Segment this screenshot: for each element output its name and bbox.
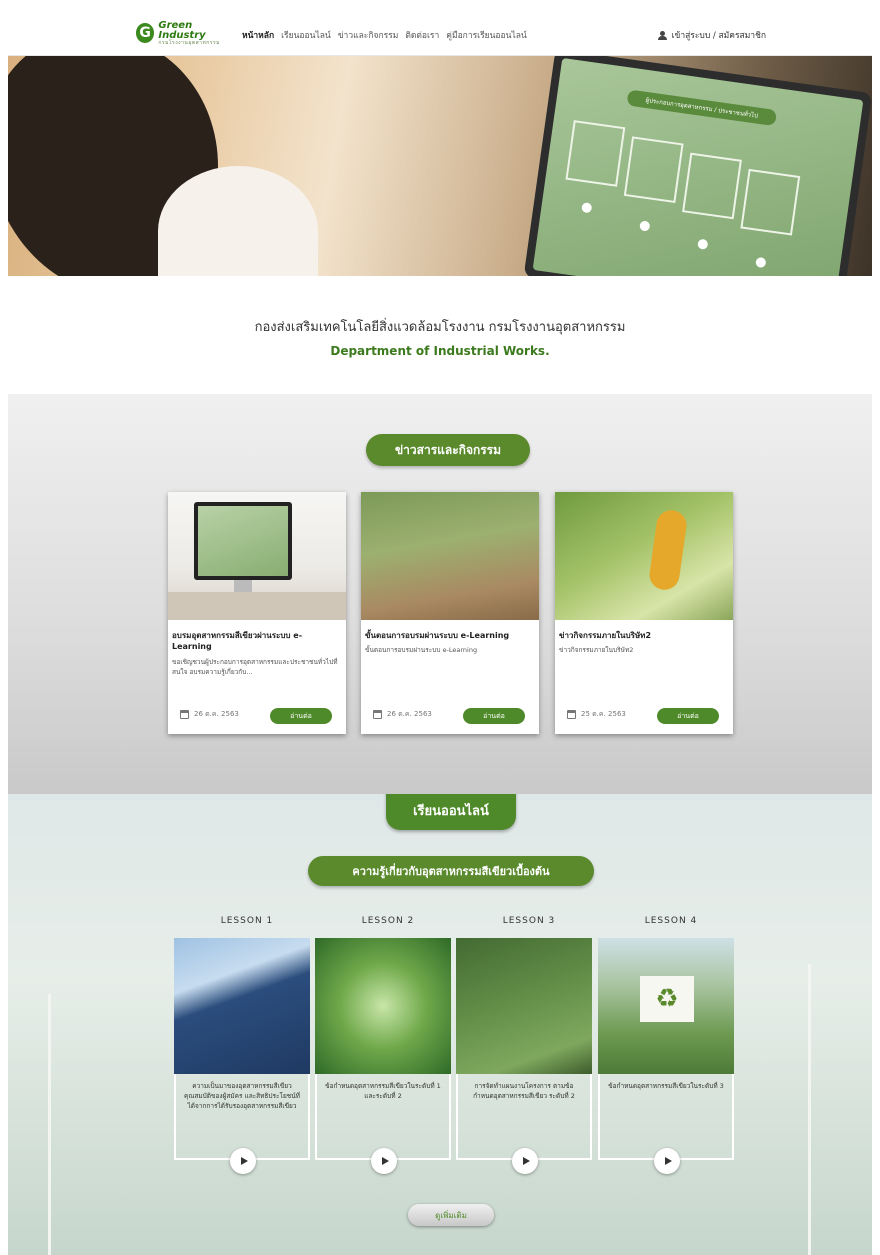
news-card[interactable]: ข่าวกิจกรรมภายในบริษัท2 ข่าวกิจกรรมภายใน…	[555, 492, 733, 734]
lesson-label: LESSON 1	[220, 916, 274, 926]
lesson-label: LESSON 4	[644, 916, 698, 926]
play-icon	[381, 1157, 389, 1165]
news-card-desc: ข่าวกิจกรรมภายในบริษัท2	[559, 646, 634, 654]
logo-title: Green Industry	[158, 19, 206, 41]
nav-home[interactable]: หน้าหลัก	[242, 28, 274, 42]
intro-title-th: กองส่งเสริมเทคโนโลยีสิ่งแวดล้อมโรงงาน กร…	[254, 320, 626, 335]
nav-news[interactable]: ข่าวและกิจกรรม	[338, 28, 399, 42]
news-card-desc: ขอเชิญชวนผู้ประกอบการอุตสาหกรรมและประชาช…	[172, 658, 338, 676]
online-learning-tab[interactable]: เรียนออนไลน์	[386, 794, 516, 830]
read-more-button[interactable]: อ่านต่อ	[270, 708, 332, 724]
hero-play-icon	[755, 256, 767, 269]
play-icon	[240, 1157, 248, 1165]
user-icon	[657, 30, 667, 40]
news-card-image	[555, 492, 733, 620]
logo-subtitle: กรมโรงงานอุตสาหกรรม	[158, 39, 220, 46]
lesson-description: ข้อกำหนดอุตสาหกรรมสีเขียวในระดับที่ 3	[608, 1082, 724, 1090]
see-more-button[interactable]: ดูเพิ่มเติม	[408, 1204, 494, 1226]
lesson-image	[315, 938, 451, 1074]
lesson-image	[174, 938, 310, 1074]
news-section-title: ข่าวสารและกิจกรรม	[366, 434, 530, 466]
wind-turbine	[48, 994, 51, 1255]
nav-online-learning[interactable]: เรียนออนไลน์	[281, 28, 331, 42]
hero-play-icon	[639, 220, 651, 232]
login-register-link[interactable]: เข้าสู่ระบบ / สมัครสมาชิก	[657, 28, 766, 42]
news-card[interactable]: ขั้นตอนการอบรมผ่านระบบ e-Learning ขั้นตอ…	[361, 492, 539, 734]
play-button[interactable]	[230, 1148, 256, 1174]
hero-play-icon	[697, 238, 709, 250]
hero-banner: ผู้ประกอบการอุตสาหกรรม / ประชาชนทั่วไป	[8, 56, 872, 276]
hero-screen-banner: ผู้ประกอบการอุตสาหกรรม / ประชาชนทั่วไป	[626, 89, 778, 127]
calendar-icon	[373, 710, 382, 719]
site-logo[interactable]: G Green Industry กรมโรงงานอุตสาหกรรม	[136, 20, 236, 46]
course-title: ความรู้เกี่ยวกับอุตสาหกรรมสีเขียวเบื้องต…	[308, 856, 594, 886]
play-icon	[522, 1157, 530, 1165]
intro-section: กองส่งเสริมเทคโนโลยีสิ่งแวดล้อมโรงงาน กร…	[8, 276, 872, 394]
recycle-icon: ♻	[640, 976, 694, 1022]
news-card[interactable]: อบรมอุตสาหกรรมสีเขียวผ่านระบบ e-Learning…	[168, 492, 346, 734]
intro-title-en: Department of Industrial Works.	[330, 344, 550, 358]
top-navbar: G Green Industry กรมโรงงานอุตสาหกรรม หน้…	[8, 8, 872, 56]
lesson-card[interactable]: ความเป็นมาของอุตสาหกรรมสีเขียว คุณสมบัติ…	[174, 938, 310, 1174]
play-button[interactable]	[654, 1148, 680, 1174]
news-card-image	[361, 492, 539, 620]
lesson-card[interactable]: ข้อกำหนดอุตสาหกรรมสีเขียวในระดับที่ 1 แล…	[315, 938, 451, 1174]
play-button[interactable]	[371, 1148, 397, 1174]
lesson-label: LESSON 3	[502, 916, 556, 926]
news-card-title[interactable]: ขั้นตอนการอบรมผ่านระบบ e-Learning	[365, 630, 533, 641]
lesson-label: LESSON 2	[361, 916, 415, 926]
news-card-desc: ขั้นตอนการอบรมผ่านระบบ e-Learning	[365, 646, 478, 654]
login-label: เข้าสู่ระบบ / สมัครสมาชิก	[671, 31, 766, 41]
wind-turbine	[808, 964, 811, 1255]
hero-play-icon	[581, 202, 593, 214]
news-section: ข่าวสารและกิจกรรม อบรมอุตสาหกรรมสีเขียวผ…	[8, 394, 872, 794]
lesson-description: การจัดทำแผนงานโครงการ ตามข้อกำหนดอุตสาหก…	[473, 1082, 575, 1100]
logo-mark-icon: G	[136, 23, 155, 43]
lesson-description: ข้อกำหนดอุตสาหกรรมสีเขียวในระดับที่ 1 แล…	[325, 1082, 441, 1100]
main-nav: หน้าหลัก เรียนออนไลน์ ข่าวและกิจกรรม ติด…	[242, 28, 527, 42]
news-card-date: 26 ต.ค. 2563	[373, 709, 432, 720]
news-card-date: 26 ต.ค. 2563	[180, 709, 239, 720]
lesson-description: ความเป็นมาของอุตสาหกรรมสีเขียว คุณสมบัติ…	[184, 1082, 300, 1110]
hero-laptop-image: ผู้ประกอบการอุตสาหกรรม / ประชาชนทั่วไป	[523, 56, 872, 276]
news-card-date: 25 ต.ค. 2563	[567, 709, 626, 720]
news-card-title[interactable]: ข่าวกิจกรรมภายในบริษัท2	[559, 630, 727, 641]
news-card-title[interactable]: อบรมอุตสาหกรรมสีเขียวผ่านระบบ e-Learning	[172, 630, 340, 652]
lesson-image	[456, 938, 592, 1074]
read-more-button[interactable]: อ่านต่อ	[463, 708, 525, 724]
calendar-icon	[567, 710, 576, 719]
play-icon	[664, 1157, 672, 1165]
nav-contact[interactable]: ติดต่อเรา	[405, 28, 439, 42]
online-learning-section: เรียนออนไลน์ ความรู้เกี่ยวกับอุตสาหกรรมส…	[8, 794, 872, 1255]
read-more-button[interactable]: อ่านต่อ	[657, 708, 719, 724]
lesson-card[interactable]: การจัดทำแผนงานโครงการ ตามข้อกำหนดอุตสาหก…	[456, 938, 592, 1174]
lesson-image: ♻	[598, 938, 734, 1074]
nav-manual[interactable]: คู่มือการเรียนออนไลน์	[446, 28, 526, 42]
calendar-icon	[180, 710, 189, 719]
lesson-card[interactable]: ♻ ข้อกำหนดอุตสาหกรรมสีเขียวในระดับที่ 3	[598, 938, 734, 1174]
news-card-image	[168, 492, 346, 620]
play-button[interactable]	[512, 1148, 538, 1174]
